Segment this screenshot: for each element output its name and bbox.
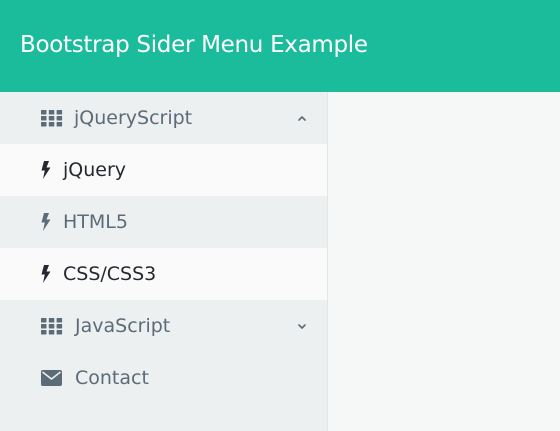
- grid-icon: [41, 110, 63, 127]
- sidebar-item-jqueryscript[interactable]: jQueryScript: [0, 92, 327, 144]
- sidebar-item-label: jQuery: [63, 159, 127, 181]
- grid-icon: [41, 318, 63, 335]
- main-content: [328, 92, 560, 431]
- sidebar-item-label: CSS/CSS3: [63, 263, 157, 285]
- sidebar-item-css[interactable]: CSS/CSS3: [0, 248, 327, 300]
- sidebar-item-label: Contact: [75, 367, 149, 389]
- top-navbar: Bootstrap Sider Menu Example: [0, 0, 560, 92]
- bolt-icon: [41, 161, 51, 179]
- sidebar-item-jquery[interactable]: jQuery: [0, 144, 327, 196]
- chevron-down-icon: [298, 324, 306, 329]
- sidebar-item-contact[interactable]: Contact: [0, 352, 327, 404]
- page-title: Bootstrap Sider Menu Example: [20, 32, 368, 58]
- sidebar-menu: jQueryScript jQuery HTML5 CSS/CSS3 JavaS…: [0, 92, 328, 431]
- envelope-icon: [41, 370, 62, 386]
- chevron-up-icon: [298, 116, 306, 121]
- sidebar-item-label: jQueryScript: [74, 107, 193, 129]
- sidebar-item-javascript[interactable]: JavaScript: [0, 300, 327, 352]
- sidebar-item-label: JavaScript: [75, 315, 171, 337]
- sidebar-item-label: HTML5: [63, 211, 128, 233]
- bolt-icon: [41, 213, 51, 231]
- bolt-icon: [41, 265, 51, 283]
- sidebar-item-html5[interactable]: HTML5: [0, 196, 327, 248]
